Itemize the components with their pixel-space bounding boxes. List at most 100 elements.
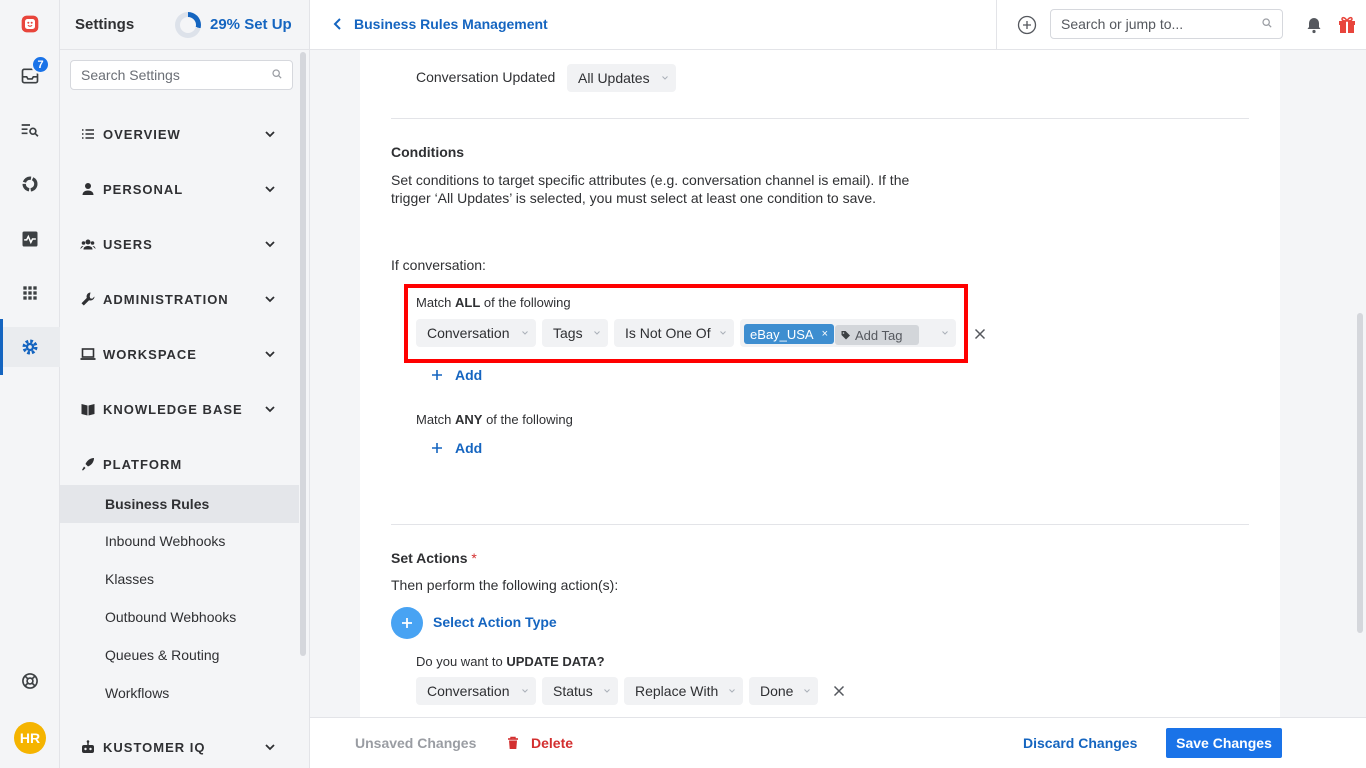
condition-object-select[interactable]: Conversation (416, 319, 536, 347)
discard-changes-button[interactable]: Discard Changes (1023, 735, 1137, 751)
conditions-description-line2: trigger ‘All Updates’ is selected, you m… (391, 190, 877, 206)
sidebar-section-label: KUSTOMER IQ (103, 739, 206, 755)
sidebar-item-outbound-webhooks[interactable]: Outbound Webhooks (60, 598, 299, 636)
sidebar-item-queues-routing[interactable]: Queues & Routing (60, 636, 299, 674)
settings-gear-icon[interactable] (0, 319, 60, 375)
chevron-down-icon[interactable] (263, 402, 277, 416)
breadcrumb[interactable]: Business Rules Management (354, 16, 548, 32)
remove-action-icon[interactable] (833, 685, 845, 697)
plus-circle-icon[interactable] (1017, 15, 1037, 35)
person-icon (82, 183, 94, 195)
reporting-icon[interactable] (0, 164, 60, 204)
set-actions-heading: Set Actions * (391, 550, 477, 566)
caret-down-icon (804, 689, 810, 693)
apps-grid-icon[interactable] (0, 273, 60, 313)
caret-down-icon (522, 689, 528, 693)
chevron-down-icon[interactable] (263, 292, 277, 306)
sidebar-scrollbar[interactable] (300, 52, 306, 656)
app-logo-icon[interactable] (0, 4, 60, 44)
condition-operator-value: Is Not One Of (625, 325, 711, 341)
sidebar-section-label: OVERVIEW (103, 126, 181, 142)
robot-icon (82, 740, 94, 753)
delete-label: Delete (531, 735, 574, 751)
caret-down-icon (662, 76, 668, 80)
tag-chip-label: eBay_USA (750, 326, 814, 342)
unsaved-changes-status: Unsaved Changes (355, 735, 477, 751)
caret-down-icon (594, 331, 600, 335)
sidebar-section-personal[interactable]: PERSONAL (60, 169, 300, 209)
chevron-down-icon[interactable] (263, 347, 277, 361)
chevron-left-icon[interactable] (330, 16, 346, 32)
gift-icon[interactable] (1337, 14, 1357, 34)
add-tag-input[interactable]: Add Tag (835, 325, 919, 345)
select-action-type-link[interactable]: Select Action Type (433, 614, 557, 630)
chevron-down-icon[interactable] (263, 127, 277, 141)
sidebar-section-overview[interactable]: OVERVIEW (60, 114, 300, 154)
chevron-down-icon[interactable] (263, 237, 277, 251)
sidebar-section-workspace[interactable]: WORKSPACE (60, 334, 300, 374)
select-action-type-plus-button[interactable] (391, 607, 423, 639)
sidebar-item-klasses[interactable]: Klasses (60, 560, 299, 598)
inbox-icon[interactable] (0, 56, 60, 96)
delete-button[interactable]: Delete (507, 735, 573, 751)
settings-header: Settings 29% Set Up (60, 0, 310, 50)
tag-remove-icon[interactable]: × (822, 328, 828, 340)
match-any-label: Match ANY of the following (416, 412, 573, 427)
footer-bar: Unsaved Changes Delete Discard Changes S… (310, 717, 1366, 768)
search-list-icon[interactable] (0, 110, 60, 150)
search-settings-input[interactable] (81, 61, 261, 89)
search-settings-field[interactable] (70, 60, 293, 90)
sidebar-section-platform[interactable]: PLATFORM (60, 444, 300, 484)
save-changes-button[interactable]: Save Changes (1166, 728, 1282, 758)
add-all-condition-button[interactable]: Add (431, 367, 482, 383)
plus-icon (432, 370, 442, 380)
action-field-select[interactable]: Status (542, 677, 618, 705)
add-any-condition-button[interactable]: Add (431, 440, 482, 456)
action-object-select[interactable]: Conversation (416, 677, 536, 705)
sidebar-section-label: PLATFORM (103, 456, 183, 472)
wrench-icon (81, 292, 95, 306)
setup-progress-ring[interactable] (175, 12, 201, 38)
sidebar-section-knowledge-base[interactable]: KNOWLEDGE BASE (60, 389, 300, 429)
trigger-label: Conversation Updated (416, 69, 556, 85)
conditions-heading: Conditions (391, 144, 465, 160)
action-operation-value: Replace With (635, 683, 719, 699)
if-conversation-label: If conversation: (391, 257, 486, 273)
caret-down-icon (720, 331, 726, 335)
tag-chip[interactable]: eBay_USA × (744, 324, 835, 344)
trigger-select[interactable]: All Updates (567, 64, 676, 92)
avatar[interactable]: HR (14, 722, 46, 754)
help-icon[interactable] (0, 661, 60, 701)
global-search-input[interactable] (1061, 10, 1251, 38)
remove-condition-icon[interactable] (974, 328, 986, 340)
sidebar-section-label: KNOWLEDGE BASE (103, 401, 243, 417)
condition-field-select[interactable]: Tags (542, 319, 608, 347)
condition-operator-select[interactable]: Is Not One Of (614, 319, 734, 347)
add-label: Add (455, 367, 483, 383)
bell-icon[interactable] (1305, 16, 1323, 34)
sidebar-item-inbound-webhooks[interactable]: Inbound Webhooks (60, 522, 299, 560)
divider (391, 118, 1249, 119)
sidebar-item-business-rules[interactable]: Business Rules (60, 485, 299, 523)
setup-progress-link[interactable]: 29% Set Up (210, 16, 292, 33)
chevron-down-icon[interactable] (263, 740, 277, 754)
settings-title: Settings (75, 16, 135, 33)
required-asterisk: * (471, 550, 477, 566)
activity-icon[interactable] (0, 219, 60, 259)
sidebar-section-kustomer-iq[interactable]: KUSTOMER IQ (60, 727, 300, 767)
top-bar: Business Rules Management (310, 0, 1366, 50)
sidebar-section-users[interactable]: USERS (60, 224, 300, 264)
sidebar-section-administration[interactable]: ADMINISTRATION (60, 279, 300, 319)
settings-sidebar: OVERVIEW PERSONAL USERS ADMINISTRATION W… (60, 50, 310, 768)
sidebar-item-workflows[interactable]: Workflows (60, 674, 299, 712)
users-icon (80, 239, 96, 250)
plus-icon (432, 443, 442, 453)
global-search-field[interactable] (1050, 9, 1283, 39)
divider (391, 524, 1249, 525)
match-all-label: Match ALL of the following (416, 295, 571, 310)
chevron-down-icon[interactable] (263, 182, 277, 196)
action-operation-select[interactable]: Replace With (624, 677, 743, 705)
actions-subheading: Then perform the following action(s): (391, 577, 619, 593)
action-value-select[interactable]: Done (749, 677, 818, 705)
main-scrollbar[interactable] (1357, 313, 1363, 633)
